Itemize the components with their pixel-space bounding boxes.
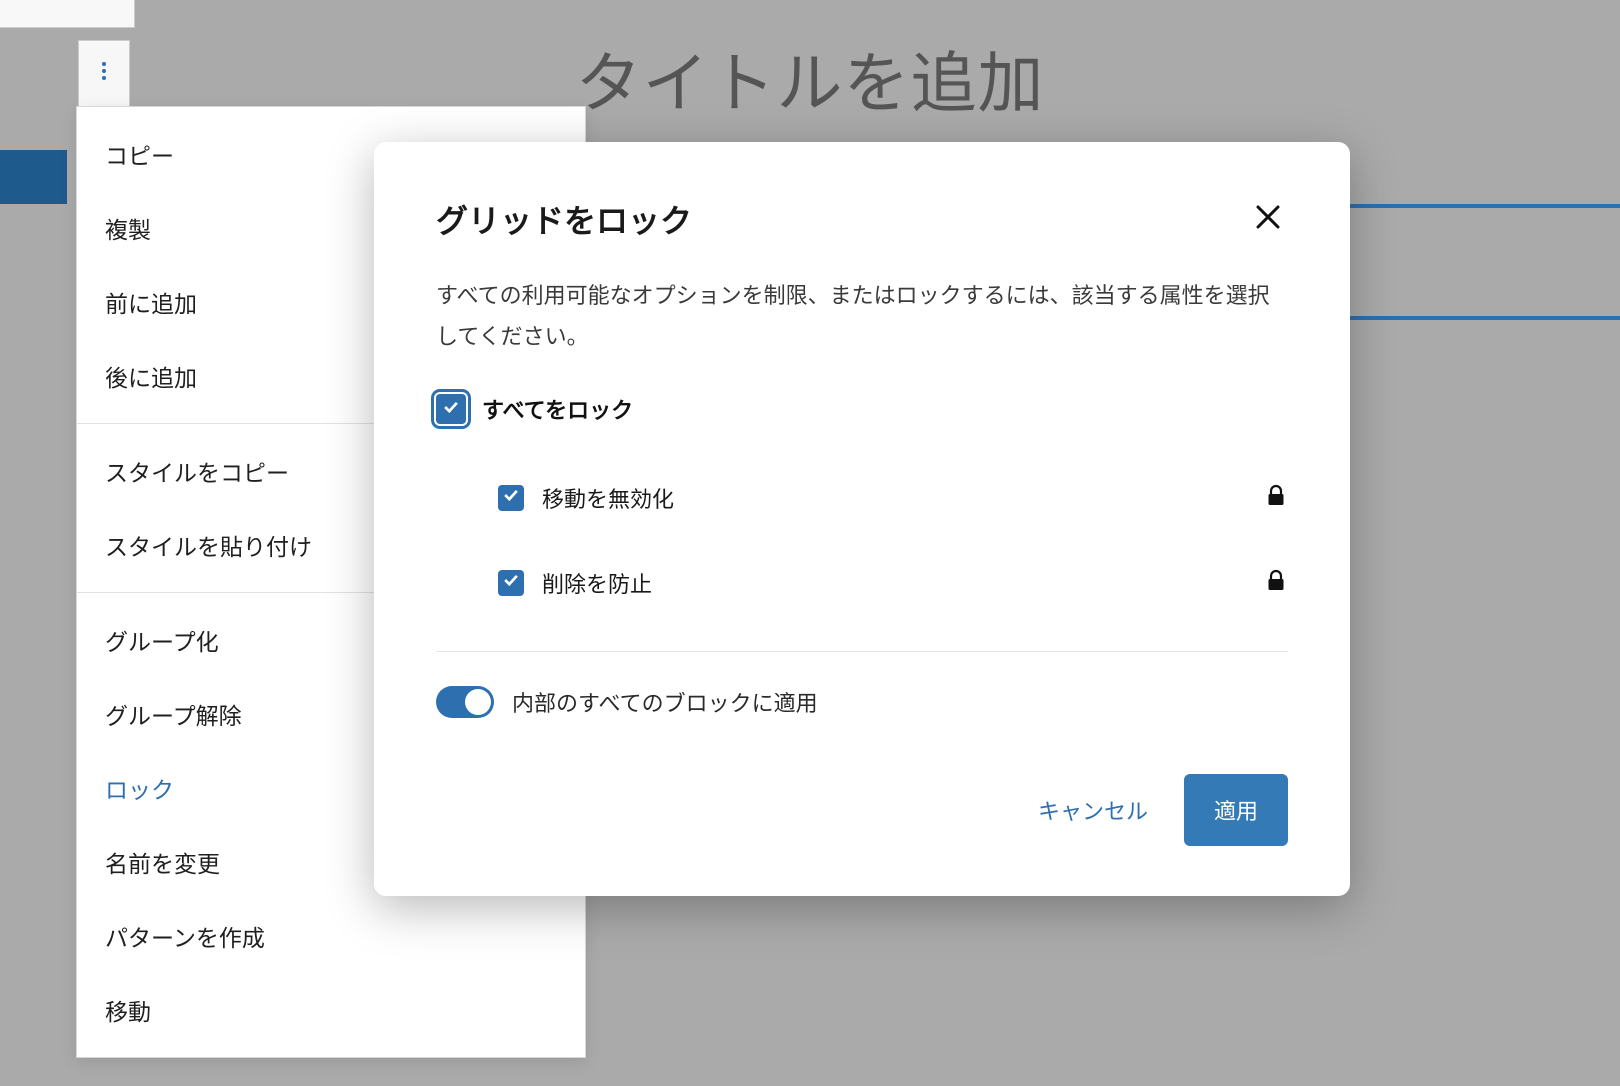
toggle-knob — [465, 689, 491, 715]
lock-all-checkbox[interactable] — [436, 394, 466, 424]
option-prevent-removal[interactable]: 削除を防止 — [498, 540, 1288, 625]
close-icon — [1253, 202, 1283, 237]
apply-inner-toggle[interactable] — [436, 686, 494, 718]
apply-button[interactable]: 適用 — [1184, 774, 1288, 846]
modal-footer: キャンセル 適用 — [436, 774, 1288, 846]
lock-all-row[interactable]: すべてをロック — [436, 393, 1288, 425]
modal-overlay: グリッドをロック すべての利用可能なオプションを制限、またはロックするには、該当… — [0, 0, 1620, 1086]
modal-divider — [436, 651, 1288, 652]
modal-title: グリッドをロック — [436, 196, 692, 242]
prevent-removal-checkbox[interactable] — [498, 570, 524, 596]
lock-modal: グリッドをロック すべての利用可能なオプションを制限、またはロックするには、該当… — [374, 142, 1350, 896]
apply-inner-row[interactable]: 内部のすべてのブロックに適用 — [436, 686, 1288, 718]
lock-all-label: すべてをロック — [482, 393, 633, 425]
lock-icon — [1264, 481, 1288, 514]
lock-icon — [1264, 566, 1288, 599]
cancel-button[interactable]: キャンセル — [1034, 784, 1152, 836]
modal-description: すべての利用可能なオプションを制限、またはロックするには、該当する属性を選択して… — [436, 276, 1288, 357]
check-icon — [501, 485, 521, 510]
disable-movement-label: 移動を無効化 — [542, 482, 1246, 514]
disable-movement-checkbox[interactable] — [498, 485, 524, 511]
check-icon — [441, 397, 461, 422]
prevent-removal-label: 削除を防止 — [542, 567, 1246, 599]
modal-header: グリッドをロック — [436, 196, 1288, 242]
apply-inner-label: 内部のすべてのブロックに適用 — [512, 686, 818, 718]
modal-close-button[interactable] — [1248, 199, 1288, 239]
option-disable-movement[interactable]: 移動を無効化 — [498, 455, 1288, 540]
check-icon — [501, 570, 521, 595]
